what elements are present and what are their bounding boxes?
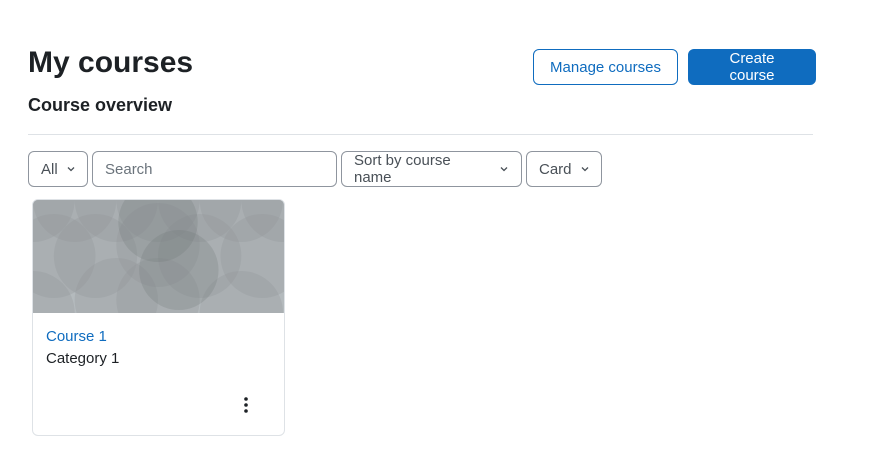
section-divider [28,134,813,135]
vertical-ellipsis-icon [244,397,248,413]
my-courses-page: My courses Manage courses Create course … [0,0,886,464]
chevron-down-icon [499,164,509,174]
view-dropdown-value: Card [539,160,572,178]
course-card-body: Course 1 Category 1 [33,313,284,369]
course-filters: All Sort by course name Card [28,151,602,187]
course-overview-heading: Course overview [28,95,173,115]
header-actions: Manage courses Create course [533,49,816,85]
create-course-button[interactable]: Create course [688,49,816,85]
grouping-dropdown[interactable]: All [28,151,88,187]
chevron-down-icon [580,164,590,174]
manage-courses-button[interactable]: Manage courses [533,49,678,85]
sort-dropdown-value: Sort by course name [354,152,451,186]
chevron-down-icon [66,164,76,174]
sort-dropdown[interactable]: Sort by course name [341,151,522,187]
course-category: Category 1 [46,350,120,367]
search-input[interactable] [92,151,337,187]
view-dropdown[interactable]: Card [526,151,602,187]
grouping-dropdown-value: All [41,160,58,178]
page-title: My courses [28,46,194,79]
course-actions-menu[interactable] [235,394,257,416]
course-image[interactable] [33,200,284,313]
course-name-link[interactable]: Course 1 [46,327,271,347]
course-card: Course 1 Category 1 [32,199,285,436]
